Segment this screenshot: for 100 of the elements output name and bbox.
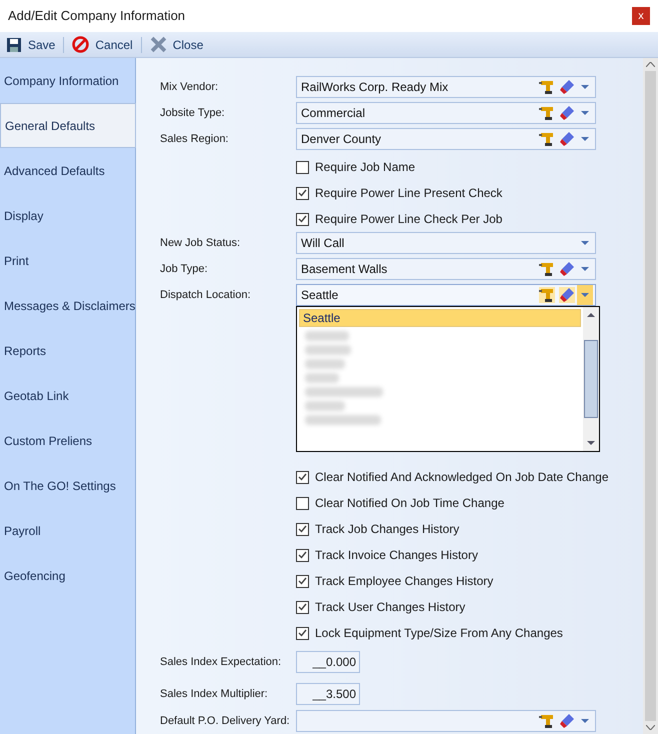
sidebar-tab[interactable]: Custom Preliens [0,418,135,463]
field-label: Default P.O. Delivery Yard: [160,714,291,729]
field-label: Sales Index Expectation: [160,654,282,670]
caret-icon [581,85,589,89]
field-label: New Job Status: [160,236,242,251]
combo-field[interactable]: RailWorks Corp. Ready Mix [296,76,596,98]
sidebar-tab[interactable]: On The GO! Settings [0,463,135,508]
sidebar-tab[interactable]: Messages & Disclaimers [0,283,135,328]
toolbar-button[interactable]: Close [148,36,206,54]
window-title: Add/Edit Company Information [8,7,186,26]
eraser-icon[interactable] [559,287,575,303]
field-value: Will Call [301,235,346,252]
sidebar-tab[interactable]: Payroll [0,508,135,553]
caret-icon [581,137,589,141]
blurred-option-placeholder [305,359,345,369]
combo-field[interactable]: Seattle [296,284,596,306]
check-icon [298,215,307,223]
check-icon [298,525,307,533]
toolbar-button[interactable]: Save [4,36,58,54]
check-icon [298,189,307,197]
checkbox-label: Lock Equipment Type/Size From Any Changes [315,625,563,642]
drill-icon[interactable] [539,287,555,303]
checkbox[interactable] [296,548,309,562]
eraser-icon[interactable] [559,131,575,147]
caret-icon [581,293,589,297]
field-label: Mix Vendor: [160,80,220,95]
drill-icon[interactable] [539,105,555,121]
field-label: Sales Region: [160,132,230,147]
checkbox[interactable] [296,496,309,510]
scroll-up-icon[interactable] [587,313,595,317]
combo-field[interactable]: Commercial [296,102,596,124]
caret-icon [581,267,589,271]
drill-icon[interactable] [539,79,555,95]
checkbox[interactable] [296,470,309,484]
field-value: Commercial [301,105,366,122]
checkbox[interactable] [296,160,309,174]
toolbar-button[interactable]: Cancel [70,36,135,54]
blurred-option-placeholder [305,331,349,341]
sidebar-tab[interactable]: Geofencing [0,553,135,598]
combo-field[interactable]: Basement Walls [296,258,596,280]
number-field[interactable]: __3.500 [296,683,360,705]
checkbox-label: Track Job Changes History [315,521,460,538]
field-value: RailWorks Corp. Ready Mix [301,79,450,96]
checkbox-label: Clear Notified And Acknowledged On Job Date Change [315,469,609,486]
caret-icon [581,719,589,723]
eraser-icon[interactable] [559,105,575,121]
check-icon [298,577,307,585]
dropdown-option[interactable]: Seattle [299,309,581,327]
prohibited-icon [72,36,90,53]
field-value: Seattle [301,287,340,304]
checkbox[interactable] [296,574,309,588]
blurred-option-placeholder [305,373,339,383]
checkbox[interactable] [296,186,309,200]
drill-icon[interactable] [539,131,555,147]
eraser-icon[interactable] [559,261,575,277]
checkbox-label: Track User Changes History [315,599,466,616]
checkbox-label: Require Power Line Check Per Job [315,211,502,228]
sidebar-tab[interactable]: Reports [0,328,135,373]
checkbox-label: Track Invoice Changes History [315,547,478,564]
check-icon [298,551,307,559]
sidebar-tab[interactable]: Display [0,193,135,238]
drill-icon[interactable] [539,261,555,277]
check-icon [298,473,307,481]
field-label: Job Type: [160,262,208,277]
checkbox[interactable] [296,626,309,640]
check-icon [298,603,307,611]
checkbox[interactable] [296,600,309,614]
dropdown-button[interactable] [577,285,593,305]
sidebar-tab[interactable]: Print [0,238,135,283]
combo-field[interactable]: Will Call [296,232,596,254]
caret-icon [581,111,589,115]
combo-field[interactable] [296,710,596,732]
eraser-icon[interactable] [559,713,575,729]
sidebar-tab[interactable]: Geotab Link [0,373,135,418]
checkbox[interactable] [296,522,309,536]
window-close-button[interactable]: x [632,7,650,25]
scroll-down-icon[interactable] [587,441,595,445]
check-icon [298,629,307,637]
scroll-down-icon[interactable] [646,725,655,730]
checkbox-label: Track Employee Changes History [315,573,494,590]
field-label: Jobsite Type: [160,106,226,121]
number-field[interactable]: __0.000 [296,651,360,673]
caret-icon [581,241,589,245]
field-value: Basement Walls [301,261,388,278]
scrollbar-thumb[interactable] [645,71,656,721]
combo-field[interactable]: Denver County [296,128,596,150]
close-icon [150,36,167,53]
sidebar-tab[interactable]: General Defaults [0,103,136,148]
sidebar-tab[interactable]: Company Information [0,58,135,103]
field-label: Sales Index Multiplier: [160,686,269,702]
scrollbar-thumb[interactable] [584,340,598,418]
checkbox[interactable] [296,212,309,226]
checkbox-label: Clear Notified On Job Time Change [315,495,504,512]
drill-icon[interactable] [539,713,555,729]
eraser-icon[interactable] [559,79,575,95]
scroll-up-icon[interactable] [646,62,655,67]
checkbox-label: Require Power Line Present Check [315,185,502,202]
blurred-option-placeholder [305,345,351,355]
checkbox-label: Require Job Name [315,159,416,176]
sidebar-tab[interactable]: Advanced Defaults [0,148,135,193]
